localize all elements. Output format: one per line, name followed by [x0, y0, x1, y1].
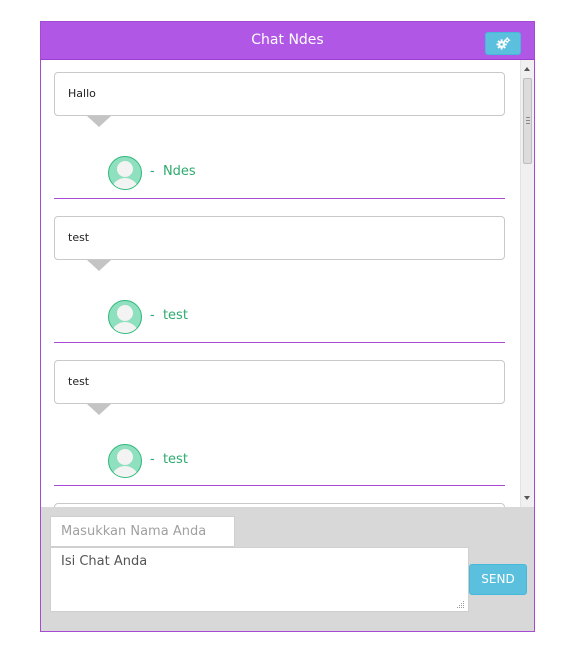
gears-icon — [496, 37, 511, 50]
chat-message-input[interactable] — [50, 547, 469, 612]
message-bubble: test — [54, 216, 505, 260]
resize-grip-icon[interactable] — [456, 600, 465, 609]
chat-window: Chat Ndes Hallo - Ndes test - test test … — [40, 21, 535, 632]
message-bubble: Hallo — [54, 72, 505, 116]
settings-button[interactable] — [485, 32, 521, 55]
bubble-tail — [87, 404, 111, 415]
scroll-up-arrow-icon[interactable] — [524, 67, 530, 71]
message-bubble: test — [54, 360, 505, 404]
bubble-tail — [87, 260, 111, 271]
message-text: Hallo — [68, 87, 96, 100]
message-separator — [54, 198, 505, 199]
avatar — [108, 156, 142, 190]
avatar — [108, 300, 142, 334]
message-scrollbar[interactable] — [520, 60, 534, 507]
message-author: - test — [150, 452, 188, 467]
bubble-tail — [87, 116, 111, 127]
chat-header: Chat Ndes — [41, 22, 534, 60]
send-button[interactable]: SEND — [469, 564, 527, 595]
message-separator — [54, 342, 505, 343]
message-separator — [54, 485, 505, 486]
message-author: - test — [150, 308, 188, 323]
scroll-down-arrow-icon[interactable] — [524, 496, 530, 500]
scrollbar-thumb[interactable] — [523, 78, 532, 164]
message-list[interactable]: Hallo - Ndes test - test test - test — [41, 60, 534, 507]
chat-form: SEND — [41, 507, 534, 631]
name-input[interactable] — [50, 516, 235, 547]
message-author: - Ndes — [150, 164, 196, 179]
message-text: test — [68, 231, 90, 244]
message-text: test — [68, 375, 90, 388]
avatar — [108, 444, 142, 478]
chat-title: Chat Ndes — [251, 32, 324, 48]
